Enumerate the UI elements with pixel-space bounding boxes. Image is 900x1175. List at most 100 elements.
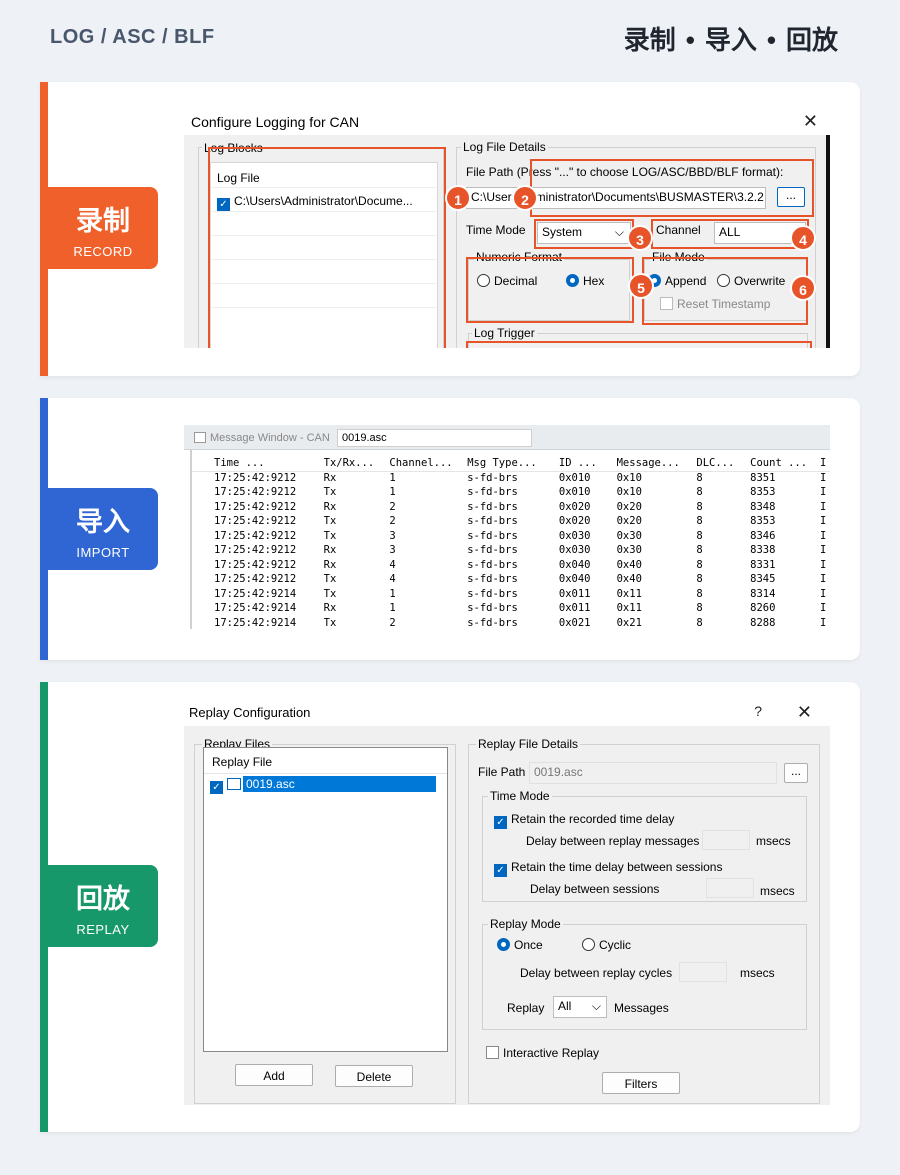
column-header[interactable]: Message... xyxy=(617,456,697,471)
filters-button[interactable]: Filters xyxy=(602,1072,680,1094)
logging-config-window: Configure Logging for CAN ✕ Log Blocks L… xyxy=(184,107,830,348)
delete-button[interactable]: Delete xyxy=(335,1065,413,1087)
delay-cycles-label: Delay between replay cycles xyxy=(520,966,673,980)
format-title: LOG / ASC / BLF xyxy=(50,26,215,48)
table-cell: Tx xyxy=(323,587,337,600)
table-row[interactable]: 17:25:42:9214 Rx 1 s-fd-brs 0x011 0x11 8 8260 I xyxy=(214,601,830,616)
table-cell: s-fd-brs xyxy=(467,471,518,484)
import-badge-cn: 导入 xyxy=(76,507,130,537)
time-mode-label: Time Mode xyxy=(466,223,526,237)
delay-sessions-label: Delay between sessions xyxy=(530,882,660,896)
column-header[interactable]: I xyxy=(820,456,830,471)
table-cell: 17:25:42:9212 xyxy=(214,529,297,542)
once-label: Once xyxy=(514,938,543,952)
table-row[interactable]: 17:25:42:9212 Rx 4 s-fd-brs 0x040 0x40 8 8331 I xyxy=(214,558,830,573)
table-cell: s-fd-brs xyxy=(467,515,518,528)
replay-file-name: 0019.asc xyxy=(243,776,436,792)
table-cell: 2 xyxy=(389,515,396,528)
table-cell: 8 xyxy=(696,544,703,557)
list-item[interactable]: ✓ 0019.asc xyxy=(204,774,447,794)
table-cell: 1 xyxy=(389,587,396,600)
table-cell: I xyxy=(819,515,827,528)
table-cell: s-fd-brs xyxy=(467,602,518,615)
replay-select[interactable]: All ⌵ xyxy=(553,996,607,1018)
column-header[interactable]: Msg Type... xyxy=(467,456,559,471)
replay-file-list[interactable]: Replay File ✓ 0019.asc xyxy=(203,747,448,1052)
retain-recorded-checkbox[interactable]: ✓ Retain the recorded time delay xyxy=(494,812,674,829)
close-icon[interactable]: ✕ xyxy=(803,111,818,132)
marker-5: 5 xyxy=(628,273,654,299)
table-cell: 8 xyxy=(696,529,703,542)
replay-label: Replay xyxy=(507,1001,545,1015)
replay-card: 回放 REPLAY Replay Configuration ? ✕ Repla… xyxy=(40,682,860,1132)
table-cell: I xyxy=(819,616,827,629)
once-radio[interactable]: Once xyxy=(497,938,543,952)
marker-2: 2 xyxy=(512,185,538,211)
table-cell: Rx xyxy=(323,544,337,557)
delay-cycles-input[interactable] xyxy=(679,962,727,982)
file-tab[interactable]: 0019.asc xyxy=(337,429,532,447)
table-row[interactable]: 17:25:42:9212 Rx 1 s-fd-brs 0x010 0x10 8 8351 I xyxy=(214,471,830,486)
table-cell: 8351 xyxy=(750,471,776,484)
table-cell: 0x30 xyxy=(616,529,642,542)
table-cell: s-fd-brs xyxy=(467,486,518,499)
table-cell: s-fd-brs xyxy=(467,544,518,557)
table-cell: 4 xyxy=(389,558,396,571)
help-icon[interactable]: ? xyxy=(754,703,762,719)
table-cell: 0x021 xyxy=(558,616,591,629)
table-cell: 17:25:42:9212 xyxy=(214,573,297,586)
marker-4: 4 xyxy=(790,225,816,251)
chevron-down-icon: ⌵ xyxy=(591,999,601,1013)
table-cell: 17:25:42:9214 xyxy=(214,587,297,600)
table-row[interactable]: 17:25:42:9214 Tx 1 s-fd-brs 0x011 0x11 8 8314 I xyxy=(214,587,830,602)
delay-sessions-input[interactable] xyxy=(706,878,754,898)
table-cell: s-fd-brs xyxy=(467,558,518,571)
table-cell: 17:25:42:9212 xyxy=(214,558,297,571)
table-cell: 0x20 xyxy=(616,515,642,528)
table-row[interactable]: 17:25:42:9212 Rx 2 s-fd-brs 0x020 0x20 8 8348 I xyxy=(214,500,830,515)
table-cell: 8353 xyxy=(750,515,776,528)
table-row[interactable]: 17:25:42:9214 Tx 2 s-fd-brs 0x021 0x21 8 8288 I xyxy=(214,616,830,630)
column-header[interactable]: Channel... xyxy=(389,456,467,471)
table-cell: 8 xyxy=(696,602,703,615)
replay-badge-cn: 回放 xyxy=(76,884,130,914)
table-row[interactable]: 17:25:42:9212 Tx 2 s-fd-brs 0x020 0x20 8 8353 I xyxy=(214,514,830,529)
cyclic-radio[interactable]: Cyclic xyxy=(582,938,631,952)
table-cell: 0x020 xyxy=(558,515,591,528)
file-path-input[interactable]: 0019.asc xyxy=(529,762,777,784)
checkbox-icon[interactable]: ✓ xyxy=(210,781,223,794)
delay-messages-input[interactable] xyxy=(702,830,750,850)
retain-sessions-checkbox[interactable]: ✓ Retain the time delay between sessions xyxy=(494,860,722,877)
table-cell: Tx xyxy=(323,486,337,499)
table-cell: 4 xyxy=(389,573,396,586)
table-row[interactable]: 17:25:42:9212 Tx 1 s-fd-brs 0x010 0x10 8 8353 I xyxy=(214,485,830,500)
column-header[interactable]: DLC... xyxy=(696,456,750,471)
table-cell: s-fd-brs xyxy=(467,573,518,586)
table-cell: 8288 xyxy=(750,616,776,629)
close-icon[interactable]: ✕ xyxy=(797,702,812,723)
column-header[interactable]: ID ... xyxy=(559,456,617,471)
replay-accent-bar xyxy=(40,682,48,1132)
message-table: Time ... Tx/Rx... Channel... Msg Type... ID … xyxy=(214,456,830,629)
column-header[interactable]: Tx/Rx... xyxy=(324,456,390,471)
feature-title: 录制 • 导入 • 回放 xyxy=(624,20,838,57)
table-cell: 3 xyxy=(389,529,396,542)
column-header[interactable]: Time ... xyxy=(214,456,324,471)
table-row[interactable]: 17:25:42:9212 Tx 3 s-fd-brs 0x030 0x30 8 8346 I xyxy=(214,529,830,544)
table-cell: 0x11 xyxy=(616,602,642,615)
column-header[interactable]: Count ... xyxy=(750,456,820,471)
time-mode-label: Time Mode xyxy=(488,789,552,803)
highlight-box xyxy=(530,159,814,217)
table-cell: Rx xyxy=(323,558,337,571)
table-cell: Tx xyxy=(323,573,337,586)
table-cell: I xyxy=(819,602,827,615)
interactive-replay-checkbox[interactable]: Interactive Replay xyxy=(486,1046,599,1060)
table-cell: 0x40 xyxy=(616,573,642,586)
add-button[interactable]: Add xyxy=(235,1064,313,1086)
table-row[interactable]: 17:25:42:9212 Tx 4 s-fd-brs 0x040 0x40 8 8345 I xyxy=(214,572,830,587)
table-cell: 0x11 xyxy=(616,587,642,600)
table-cell: 17:25:42:9212 xyxy=(214,486,297,499)
browse-button[interactable]: ... xyxy=(784,763,808,783)
import-card: 导入 IMPORT Message Window - CAN 0019.asc … xyxy=(40,398,860,660)
table-row[interactable]: 17:25:42:9212 Rx 3 s-fd-brs 0x030 0x30 8 8338 I xyxy=(214,543,830,558)
